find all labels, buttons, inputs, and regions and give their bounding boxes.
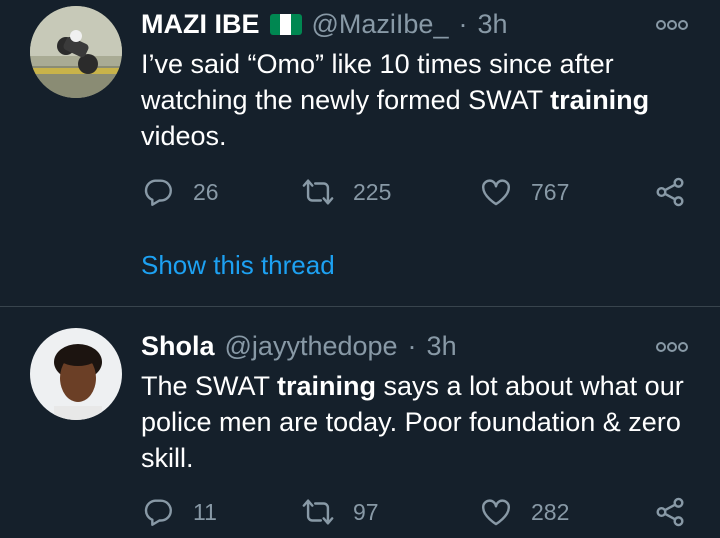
heart-icon [482,499,510,526]
user-handle[interactable]: @MaziIbe_ [312,9,449,40]
retweet-button[interactable]: 97 [301,492,379,532]
reply-button[interactable]: 11 [141,492,217,532]
reply-count: 11 [193,498,217,525]
action-bar: 26 225 767 [141,172,701,212]
tweet-header: Shola @jayythedope · 3h [141,328,457,364]
avatar-image [30,6,122,98]
tweet-text-part: videos. [141,121,227,151]
like-button[interactable]: 767 [479,172,569,212]
heart-icon [482,179,510,206]
retweet-icon [302,179,334,205]
like-button[interactable]: 282 [479,492,569,532]
highlighted-keyword: training [550,85,650,115]
reply-icon [144,499,172,526]
share-button[interactable] [653,172,687,212]
tweet-1[interactable]: MAZI IBE @MaziIbe_ · 3h I’ve said “Omo” … [0,0,720,307]
show-thread-link[interactable]: Show this thread [141,250,335,281]
like-count: 282 [531,498,570,525]
display-name[interactable]: Shola [141,331,215,362]
highlighted-keyword: training [277,371,377,401]
timestamp[interactable]: 3h [427,331,457,362]
share-icon [656,177,684,207]
reply-icon [144,179,172,206]
user-handle[interactable]: @jayythedope [225,331,398,362]
retweet-icon [302,499,334,525]
reply-count: 26 [193,178,219,205]
tweet-header: MAZI IBE @MaziIbe_ · 3h [141,6,508,42]
tweet-text: The SWAT training says a lot about what … [141,368,701,476]
nigeria-flag-icon [269,13,302,35]
action-bar: 11 97 282 [141,492,701,532]
tweet-text-part: The SWAT [141,371,278,401]
reply-button[interactable]: 26 [141,172,219,212]
more-icon[interactable] [656,340,688,354]
separator: · [458,8,468,39]
retweet-count: 97 [353,498,379,525]
more-icon[interactable] [656,18,688,32]
share-button[interactable] [653,492,687,532]
retweet-button[interactable]: 225 [301,172,391,212]
share-icon [656,497,684,527]
tweet-text-part: I’ve said “Omo” like 10 times since afte… [141,49,614,115]
avatar[interactable] [30,6,122,98]
like-count: 767 [531,178,570,205]
retweet-count: 225 [353,178,392,205]
separator: · [407,330,417,361]
tweet-text: I’ve said “Omo” like 10 times since afte… [141,46,701,154]
avatar-image [30,328,122,420]
display-name[interactable]: MAZI IBE [141,9,260,40]
avatar[interactable] [30,328,122,420]
timestamp[interactable]: 3h [477,9,507,40]
tweet-2[interactable]: Shola @jayythedope · 3h The SWAT trainin… [0,307,720,538]
